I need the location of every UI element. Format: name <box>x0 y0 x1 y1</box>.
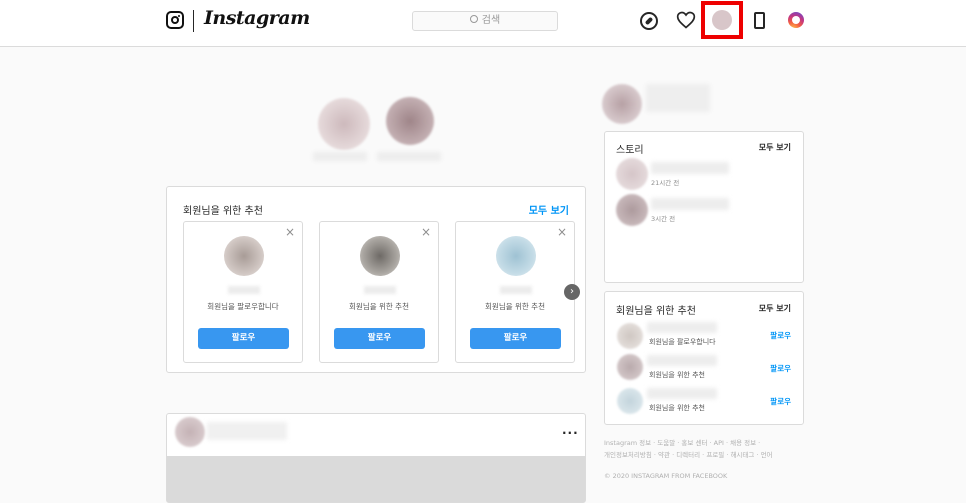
suggestion-card: × 회원님을 팔로우합니다 팔로우 <box>183 221 303 363</box>
story-name <box>313 152 367 161</box>
follow-button[interactable]: 팔로우 <box>198 328 289 349</box>
phone-icon[interactable] <box>754 12 765 29</box>
my-username <box>646 84 710 112</box>
story-avatar[interactable] <box>616 194 648 226</box>
avatar[interactable] <box>496 236 536 276</box>
close-icon[interactable]: × <box>285 225 295 239</box>
recommend-subtitle: 회원님을 팔로우합니다 <box>649 338 716 346</box>
story-time: 21시간 전 <box>651 179 680 187</box>
recommend-subtitle: 회원님을 위한 추천 <box>649 404 705 412</box>
close-icon[interactable]: × <box>421 225 431 239</box>
follow-link[interactable]: 팔로우 <box>770 363 791 374</box>
profile-avatar[interactable] <box>712 10 732 30</box>
avatar[interactable] <box>617 323 643 349</box>
stories-title: 스토리 <box>616 145 644 156</box>
instagram-color-icon[interactable] <box>788 12 804 28</box>
suggestion-subtitle: 회원님을 팔로우합니다 <box>207 302 279 311</box>
search-placeholder: 검색 <box>481 15 501 26</box>
recommend-see-all[interactable]: 모두 보기 <box>759 303 791 314</box>
suggestion-username <box>228 286 260 294</box>
suggestion-subtitle: 회원님을 위한 추천 <box>485 302 545 311</box>
top-nav-bar: Instagram 검색 <box>0 0 966 47</box>
recommend-username <box>647 355 717 366</box>
avatar[interactable] <box>617 388 643 414</box>
recommend-subtitle: 회원님을 위한 추천 <box>649 371 705 379</box>
story-avatar[interactable] <box>616 158 648 190</box>
copyright: © 2020 INSTAGRAM FROM FACEBOOK <box>604 472 728 480</box>
footer-links[interactable]: Instagram 정보 · 도움말 · 홍보 센터 · API · 채용 정보… <box>604 437 760 447</box>
footer-links[interactable]: 개인정보처리방침 · 약관 · 디렉터리 · 프로필 · 해시태그 · 언어 <box>604 449 773 459</box>
recommend-title: 회원님을 위한 추천 <box>616 306 696 317</box>
recommend-username <box>647 388 717 399</box>
next-arrow-icon[interactable]: › <box>564 284 580 300</box>
suggestion-username <box>500 286 532 294</box>
follow-link[interactable]: 팔로우 <box>770 396 791 407</box>
recommend-username <box>647 322 717 333</box>
avatar[interactable] <box>617 354 643 380</box>
logo-divider <box>193 10 194 32</box>
compass-icon[interactable] <box>640 12 658 30</box>
follow-button[interactable]: 팔로우 <box>334 328 425 349</box>
story-name <box>377 152 441 161</box>
avatar[interactable] <box>224 236 264 276</box>
post-author-name <box>207 422 287 440</box>
stories-see-all[interactable]: 모두 보기 <box>759 142 791 153</box>
story-avatar[interactable] <box>318 98 370 150</box>
stories-card: 스토리 모두 보기 21시간 전 3시간 전 <box>604 131 804 283</box>
instagram-wordmark[interactable]: Instagram <box>204 7 310 29</box>
follow-button[interactable]: 팔로우 <box>470 328 561 349</box>
story-username <box>651 198 729 210</box>
search-icon <box>469 15 478 23</box>
post-image[interactable] <box>167 456 585 502</box>
suggestion-card: × 회원님을 위한 추천 팔로우 <box>455 221 575 363</box>
more-options-icon[interactable]: ··· <box>562 426 579 440</box>
avatar[interactable] <box>360 236 400 276</box>
close-icon[interactable]: × <box>557 225 567 239</box>
suggestion-username <box>364 286 396 294</box>
heart-icon[interactable] <box>676 10 696 30</box>
search-input[interactable]: 검색 <box>412 11 558 31</box>
profile-avatar-highlight[interactable] <box>701 1 743 39</box>
suggestion-card: × 회원님을 위한 추천 팔로우 <box>319 221 439 363</box>
my-avatar[interactable] <box>602 84 642 124</box>
suggestions-title: 회원님을 위한 추천 <box>183 206 263 217</box>
story-time: 3시간 전 <box>651 215 676 223</box>
recommend-card: 회원님을 위한 추천 모두 보기 회원님을 팔로우합니다 팔로우 회원님을 위한… <box>604 291 804 425</box>
see-all-link[interactable]: 모두 보기 <box>529 202 569 217</box>
story-avatar[interactable] <box>386 97 434 145</box>
suggestion-subtitle: 회원님을 위한 추천 <box>349 302 409 311</box>
story-username <box>651 162 729 174</box>
suggestions-card: 회원님을 위한 추천 모두 보기 × 회원님을 팔로우합니다 팔로우 × 회원님… <box>166 186 586 373</box>
follow-link[interactable]: 팔로우 <box>770 330 791 341</box>
instagram-glyph-icon[interactable] <box>166 11 184 29</box>
post-author-avatar[interactable] <box>175 417 205 447</box>
